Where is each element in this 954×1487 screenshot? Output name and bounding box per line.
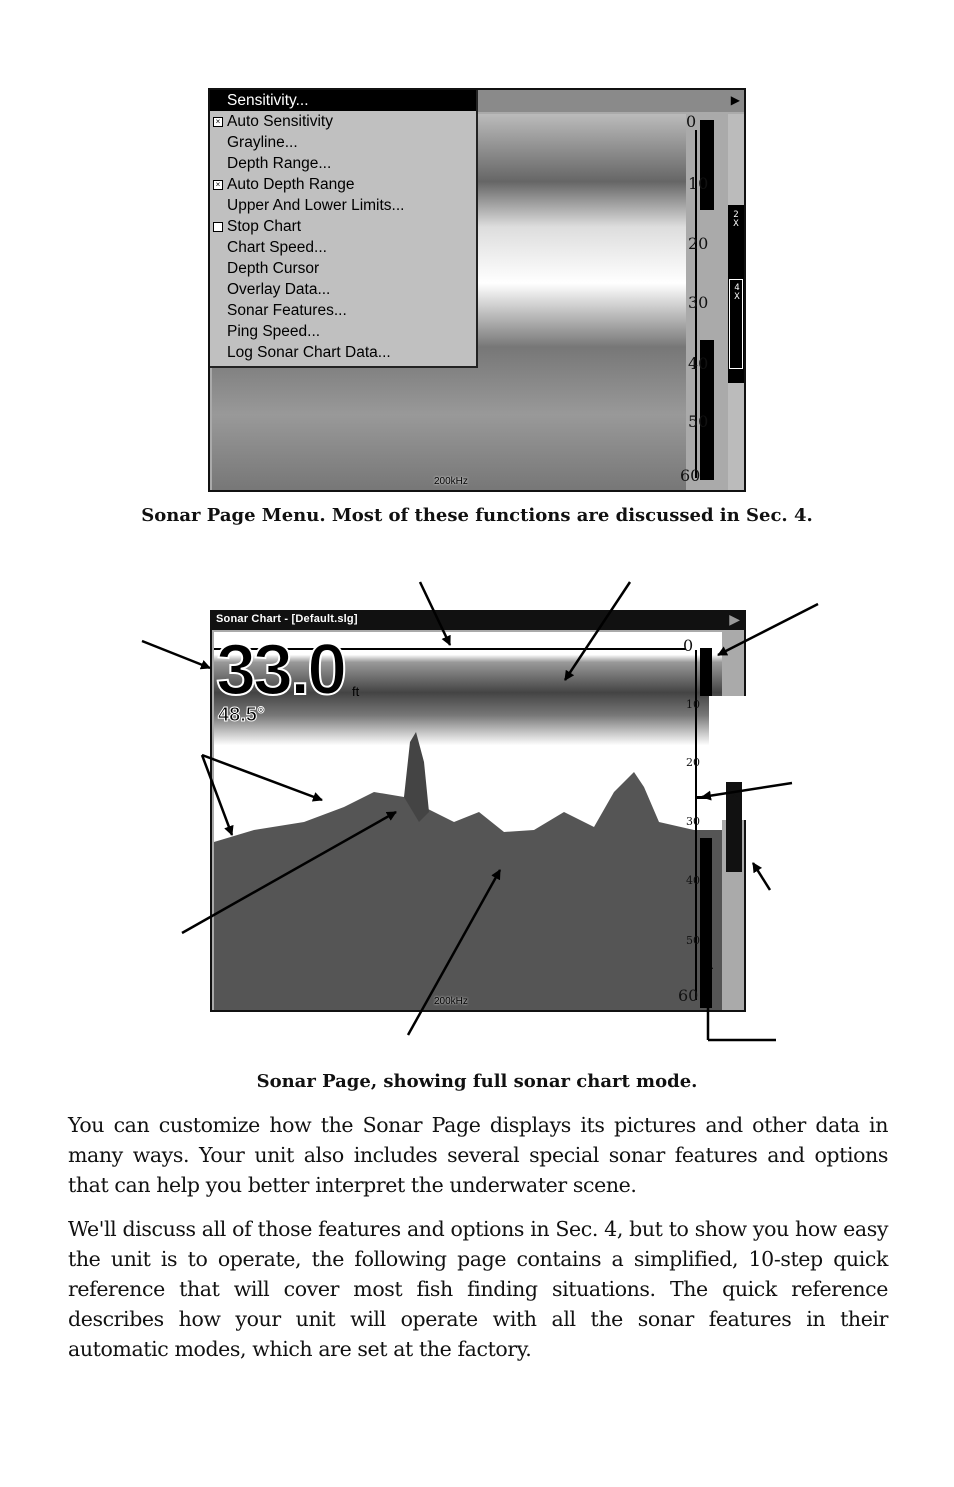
arrow-bottom — [406, 869, 502, 1036]
arrow-surface — [418, 581, 452, 646]
arrow-zoom-bar — [751, 862, 772, 891]
body-paragraph: You can customize how the Sonar Page dis… — [68, 1113, 888, 1197]
arrow-surface-clutter — [563, 581, 632, 681]
body-paragraph: We'll discuss all of those features and … — [68, 1217, 888, 1361]
arrow-fish-arch-1 — [200, 754, 234, 836]
arrow-fish-arch-2 — [201, 753, 323, 802]
arrow-depth-cursor — [701, 781, 793, 801]
figure2-caption: Sonar Page, showing full sonar chart mod… — [256, 1071, 698, 1092]
arrow-structure — [181, 810, 397, 935]
arrow-digital-depth — [141, 639, 211, 670]
callout-arrows — [141, 581, 819, 1042]
arrow-scale-clutter — [717, 602, 819, 657]
